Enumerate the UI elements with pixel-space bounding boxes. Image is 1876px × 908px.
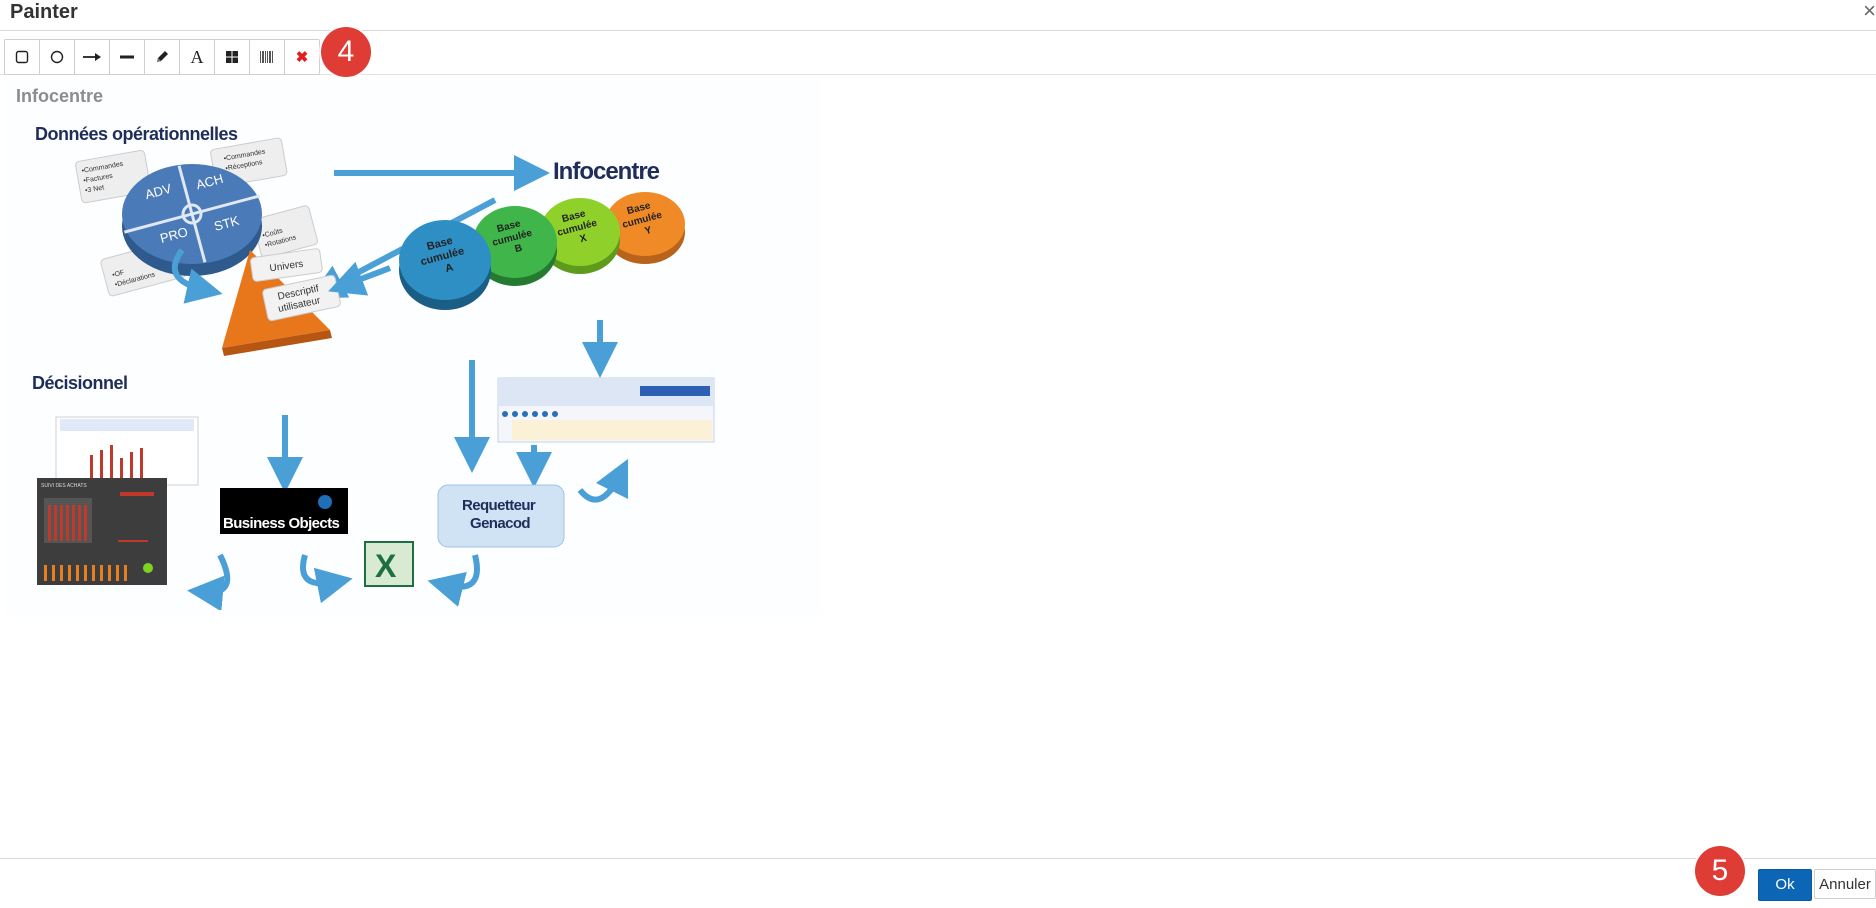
square-icon: [15, 50, 29, 64]
curved-arrow-2: [300, 554, 353, 604]
svg-text:X: X: [375, 548, 397, 584]
dialog-title: Painter: [10, 1, 78, 23]
grid-icon: [226, 51, 238, 63]
circle-icon: [50, 50, 64, 64]
infocentre-diagram: Données opérationnelles •Commandes •Fact…: [32, 124, 715, 610]
decision-title: Décisionnel: [32, 373, 128, 393]
curved-arrow-4: [577, 458, 629, 503]
step-badge-4: 4: [321, 27, 371, 77]
operational-pie: ADV ACH PRO STK: [122, 164, 262, 276]
svg-text:Business Objects: Business Objects: [223, 515, 340, 532]
barcode-icon: [260, 51, 273, 63]
svg-text:Genacod: Genacod: [470, 515, 530, 532]
infocentre-label: Infocentre: [553, 158, 660, 185]
pencil-icon: [157, 51, 168, 62]
requetteur-genacod-box: Requetteur Genacod: [437, 484, 565, 548]
curved-arrow-3: [427, 554, 480, 607]
red-x-icon: ✖: [295, 49, 309, 66]
base-cumulee-a: Base cumulée A: [399, 220, 491, 310]
dashboard-thumbnail: SUIVI DES ACHATS: [37, 478, 167, 585]
delete-tool-button[interactable]: ✖: [285, 40, 319, 74]
circle-tool-button[interactable]: [40, 40, 75, 74]
text-a-icon: A: [190, 46, 204, 67]
dialog-footer: [0, 858, 1876, 908]
arrow-tool-button[interactable]: [75, 40, 110, 74]
curved-arrow-1: [187, 553, 231, 610]
close-icon[interactable]: ×: [1856, 0, 1876, 24]
excel-icon: X: [364, 541, 414, 587]
canvas-title: Infocentre: [16, 86, 104, 106]
svg-text:SUIVI DES ACHATS: SUIVI DES ACHATS: [41, 483, 87, 489]
text-tool-button[interactable]: A: [180, 40, 215, 74]
rectangle-tool-button[interactable]: [5, 40, 40, 74]
grid-tool-button[interactable]: [215, 40, 250, 74]
operational-data-title: Données opérationnelles: [35, 124, 238, 144]
report-table-thumbnail: [497, 377, 715, 443]
pencil-tool-button[interactable]: [145, 40, 180, 74]
chart-thumbnail: [55, 416, 199, 486]
arrow-right-icon: [83, 53, 101, 61]
ok-button[interactable]: Ok: [1758, 869, 1812, 901]
step-badge-5: 5: [1695, 846, 1745, 896]
line-tool-button[interactable]: [110, 40, 145, 74]
line-icon: [120, 55, 134, 59]
cancel-button[interactable]: Annuler: [1814, 869, 1876, 899]
dialog-titlebar: Painter ×: [0, 0, 1876, 31]
barcode-tool-button[interactable]: [250, 40, 285, 74]
tool-group: A ✖: [4, 39, 320, 75]
svg-text:Requetteur: Requetteur: [462, 497, 536, 514]
business-objects-logo: Business Objects: [220, 488, 348, 534]
drawing-toolbar: A ✖ 4: [0, 27, 1876, 77]
